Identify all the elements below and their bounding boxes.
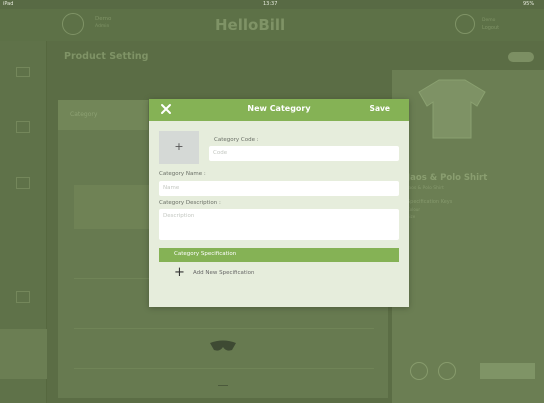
- add-specification-label: Add New Specification: [193, 270, 255, 276]
- name-label: Category Name :: [159, 171, 206, 177]
- spec-title: Specification Keys: [407, 199, 453, 205]
- plus-icon: +: [174, 140, 184, 153]
- name-placeholder: Name: [163, 185, 180, 191]
- dialog-header: New Category Save: [149, 99, 409, 121]
- sidebar-item[interactable]: [16, 291, 30, 303]
- category-header: Category: [58, 100, 148, 130]
- sidebar-item-active[interactable]: [0, 329, 47, 379]
- new-category-dialog: New Category Save + Category Code : Code…: [149, 99, 409, 307]
- logout-sub: Demo: [482, 18, 496, 23]
- sidebar: [0, 41, 47, 403]
- user-role: Admin: [95, 24, 110, 29]
- code-field[interactable]: Code: [209, 146, 399, 161]
- add-toggle[interactable]: [508, 52, 534, 62]
- sunglasses-icon: [210, 340, 236, 351]
- add-image-button[interactable]: +: [159, 131, 199, 164]
- user-name: Demo: [95, 16, 112, 22]
- description-label: Category Description :: [159, 200, 221, 206]
- scroll-handle: [218, 385, 228, 386]
- top-bar: Demo Admin HelloBill Demo Logout: [0, 9, 544, 41]
- sidebar-item[interactable]: [16, 177, 30, 189]
- sidebar-item[interactable]: [16, 67, 30, 77]
- plus-icon: +: [174, 265, 185, 280]
- name-field[interactable]: Name: [159, 181, 399, 196]
- battery-label: 95%: [523, 1, 535, 7]
- product-panel: Jaos & Polo Shirt Jaos & Polo Shirt Spec…: [392, 70, 544, 403]
- carrier-label: iPad: [3, 1, 14, 7]
- status-bar: iPad 13:37 95%: [0, 0, 544, 9]
- specification-header: Category Specification: [159, 248, 399, 262]
- product-name: Jaos & Polo Shirt: [407, 173, 488, 183]
- user-avatar[interactable]: [62, 13, 84, 35]
- delete-icon[interactable]: [438, 362, 456, 380]
- shirt-icon: [418, 79, 486, 139]
- specification-title: Category Specification: [174, 251, 237, 257]
- action-button[interactable]: [480, 363, 535, 379]
- sidebar-item[interactable]: [16, 121, 30, 133]
- page-title: Product Setting: [64, 51, 149, 62]
- description-field[interactable]: Description: [159, 209, 399, 240]
- product-sub: Jaos & Polo Shirt: [407, 186, 444, 191]
- save-button[interactable]: Save: [370, 104, 390, 113]
- description-placeholder: Description: [163, 213, 195, 219]
- code-label: Category Code :: [214, 137, 259, 143]
- edit-icon[interactable]: [410, 362, 428, 380]
- logout-button[interactable]: Logout: [482, 25, 499, 31]
- code-placeholder: Code: [213, 150, 228, 156]
- time-label: 13:37: [263, 1, 278, 7]
- brand-logo: HelloBill: [215, 16, 286, 34]
- logout-icon[interactable]: [455, 14, 475, 34]
